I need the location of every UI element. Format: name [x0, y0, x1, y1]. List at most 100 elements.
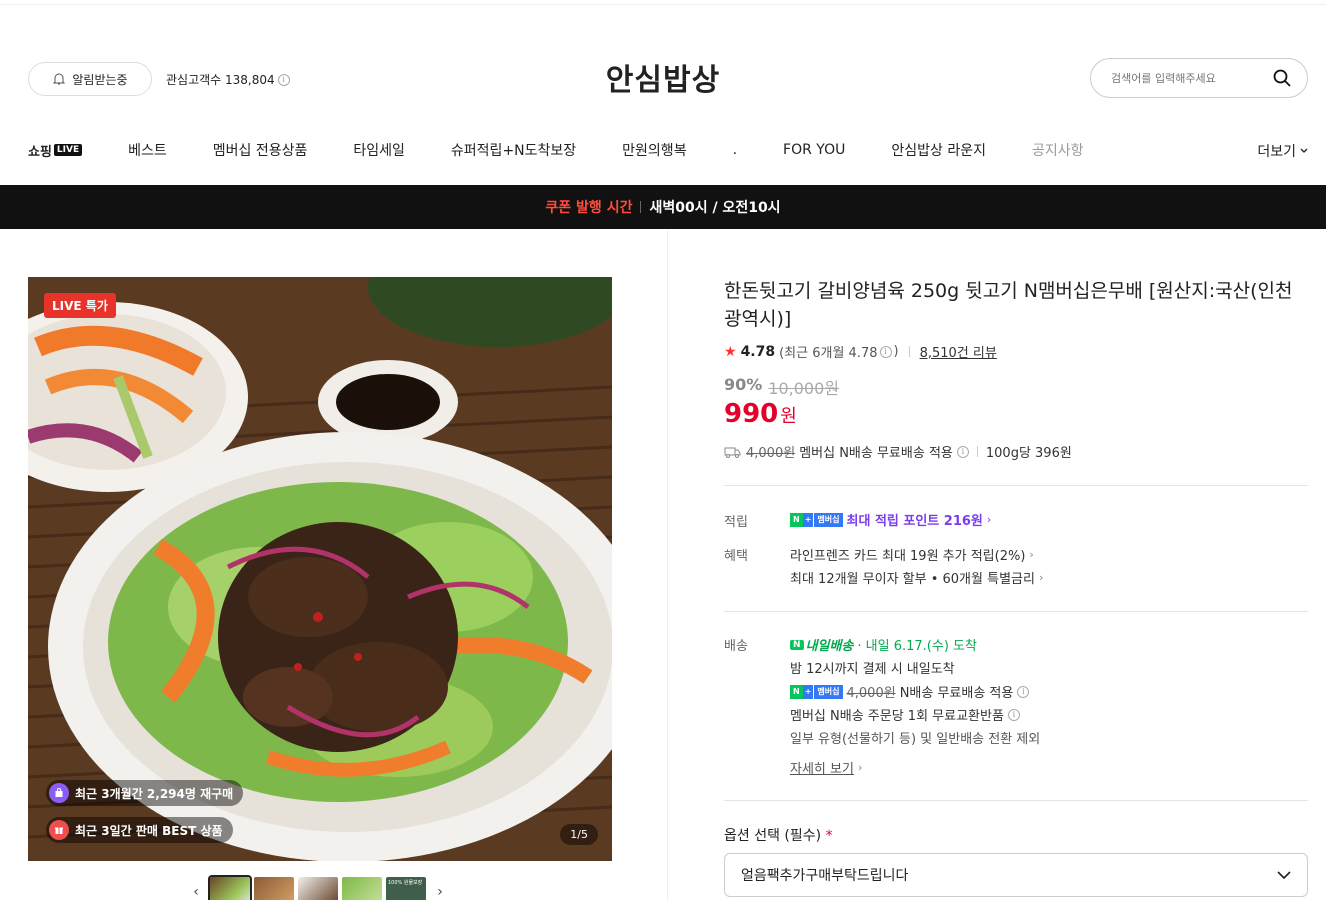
thumbnail-1[interactable] [208, 875, 252, 900]
shipping-row: 4,000원 멤버십 N배송 무료배송 적용 i 100g당 396원 [724, 442, 1072, 461]
best-seller-text: 최근 3일간 판매 BEST 상품 [75, 823, 223, 838]
nav-item-lounge[interactable]: 안심밥상 라운지 [891, 140, 986, 160]
chevron-right-icon: › [986, 513, 992, 526]
nav-item-notice[interactable]: 공지사항 [1032, 140, 1084, 160]
discount-rate: 90% [724, 375, 763, 394]
section-divider [724, 611, 1308, 612]
tomorrow-delivery-badge: N 내일배송 [790, 635, 853, 654]
repurchase-text: 최근 3개월간 2,294명 재구매 [75, 786, 234, 801]
product-image[interactable]: LIVE 특가 최근 3개월간 2,294명 재구매 최근 3일간 판매 BES… [28, 277, 612, 861]
discount-row: 90% 10,000원 [724, 375, 839, 399]
category-nav: 쇼핑 LIVE 베스트 멤버십 전용상품 타임세일 슈퍼적립+N도착보장 만원의… [0, 115, 1326, 185]
shipping-text: 멤버십 N배송 무료배송 적용 [799, 446, 953, 461]
delivery-exchange-text: 멤버십 N배송 주문당 1회 무료교환반품 [790, 709, 1004, 724]
info-icon[interactable]: i [879, 345, 892, 358]
thumbnail-5-text: 100% 원물보장 [388, 880, 423, 886]
thumbnail-2[interactable] [254, 877, 294, 900]
thumbnail-3[interactable] [298, 877, 338, 900]
divider [976, 446, 978, 457]
chevron-right-icon: › [1038, 571, 1044, 584]
coupon-banner-time: 새벽00시 / 오전10시 [649, 200, 781, 216]
shopping-live-logo[interactable]: 쇼핑 LIVE [28, 141, 83, 160]
benefit-installment-row[interactable]: 최대 12개월 무이자 할부 • 60개월 특별금리 › [790, 568, 1043, 587]
benefit-card-row[interactable]: 라인프렌즈 카드 최대 19원 추가 적립(2%) › [790, 545, 1034, 564]
star-icon: ★ [724, 343, 737, 360]
thumbnail-4[interactable] [342, 877, 382, 900]
points-label: 적립 [724, 515, 748, 530]
max-points-text: 최대 적립 포인트 216원 [846, 514, 983, 529]
info-icon[interactable]: i [1017, 685, 1030, 698]
divider [908, 346, 910, 357]
option-label: 옵션 선택 (필수) * [724, 825, 833, 845]
more-label: 더보기 [1257, 144, 1296, 160]
benefits-label: 혜택 [724, 549, 748, 564]
original-price: 10,000원 [768, 379, 840, 398]
coupon-banner-label: 쿠폰 발행 시간 [545, 200, 633, 216]
chevron-left-icon[interactable]: ‹ [186, 884, 206, 900]
benefit-card-text: 라인프렌즈 카드 최대 19원 추가 적립(2%) [790, 549, 1026, 564]
shopping-live-text: 쇼핑 [28, 144, 52, 160]
search-input[interactable] [1111, 71, 1261, 85]
option-label-text: 옵션 선택 (필수) [724, 828, 822, 844]
best-seller-pill: 최근 3일간 판매 BEST 상품 [46, 817, 233, 843]
info-icon[interactable]: i [1007, 708, 1020, 721]
rating-recent: (최근 6개월 4.78 i ) [779, 342, 898, 361]
more-menu-button[interactable]: 더보기 [1257, 141, 1308, 161]
chevron-down-icon [1277, 870, 1291, 879]
search-box[interactable] [1090, 58, 1308, 98]
chevron-right-icon: › [1029, 548, 1034, 561]
points-row[interactable]: N + 멤버십 최대 적립 포인트 216원 › [790, 510, 991, 529]
arrival-date: · 내일 6.17.(수) 도착 [857, 639, 977, 654]
food-photo-illustration [28, 277, 612, 861]
truck-icon [724, 447, 741, 458]
search-icon[interactable] [1273, 69, 1291, 87]
won-unit: 원 [780, 406, 797, 427]
nav-item-dot[interactable]: . [733, 142, 737, 158]
info-icon[interactable]: i [956, 445, 969, 458]
section-divider [724, 485, 1308, 486]
rating-score: 4.78 [740, 343, 776, 360]
delivery-detail-link[interactable]: 자세히 보기 › [790, 758, 862, 777]
rating-recent-text: (최근 6개월 4.78 [779, 346, 878, 361]
store-header: 알림받는중 관심고객수 138,804 i 안심밥상 [0, 5, 1326, 115]
chevron-right-icon[interactable]: › [430, 884, 450, 900]
tomorrow-delivery-row: N 내일배송 · 내일 6.17.(수) 도착 [790, 635, 977, 654]
delivery-exclusion: 일부 유형(선물하기 등) 및 일반배송 전환 제외 [790, 728, 1040, 747]
delivery-cutoff-text: 밤 12시까지 결제 시 내일도착 [790, 662, 955, 677]
nav-item-timesale[interactable]: 타임세일 [353, 140, 405, 160]
column-divider [667, 229, 668, 900]
delivery-original-fee: 4,000원 [846, 686, 896, 701]
thumbnail-strip: ‹ 100% 원물보장 › [186, 875, 450, 900]
rating-row: ★ 4.78 (최근 6개월 4.78 i ) 8,510건 리뷰 [724, 342, 997, 362]
thumbnail-5[interactable]: 100% 원물보장 [386, 877, 426, 900]
nav-item-super-points[interactable]: 슈퍼적립+N도착보장 [451, 140, 576, 160]
live-special-badge: LIVE 특가 [44, 293, 116, 318]
sale-price: 990 [724, 399, 779, 429]
product-title: 한돈뒷고기 갈비양념육 250g 뒷고기 N맴버십은무배 [원산지:국산(인천광… [724, 280, 1293, 330]
sale-price-row: 990 원 [724, 399, 797, 429]
nav-item-for-you[interactable]: FOR YOU [783, 142, 845, 158]
review-count-link[interactable]: 8,510건 리뷰 [920, 342, 997, 361]
delivery-exclusion-text: 일부 유형(선물하기 등) 및 일반배송 전환 제외 [790, 732, 1041, 747]
shipping-original: 4,000원 [746, 446, 796, 461]
naver-membership-badge: N + 멤버십 [790, 684, 843, 699]
shopping-bag-icon [49, 783, 69, 803]
benefit-installment-text: 최대 12개월 무이자 할부 • 60개월 특별금리 [790, 572, 1035, 587]
chevron-down-icon [1300, 148, 1308, 153]
image-counter: 1/5 [560, 824, 598, 845]
nav-item-best[interactable]: 베스트 [128, 140, 167, 160]
detail-link-text: 자세히 보기 [790, 762, 854, 777]
nav-item-membership[interactable]: 멤버십 전용상품 [213, 140, 308, 160]
delivery-free-text: N배송 무료배송 적용 [899, 686, 1014, 701]
coupon-banner: 쿠폰 발행 시간 새벽00시 / 오전10시 [0, 185, 1326, 229]
banner-divider [640, 201, 642, 213]
section-divider [724, 800, 1308, 801]
nav-item-happiness[interactable]: 만원의행복 [622, 140, 686, 160]
repurchase-pill: 최근 3개월간 2,294명 재구매 [46, 780, 244, 806]
rating-recent-close: ) [893, 344, 899, 359]
product-section: LIVE 특가 최근 3개월간 2,294명 재구매 최근 3일간 판매 BES… [0, 229, 1326, 900]
delivery-cutoff: 밤 12시까지 결제 시 내일도착 [790, 658, 955, 677]
naver-membership-badge: N + 멤버십 [790, 512, 843, 527]
option-select[interactable]: 얼음팩추가구매부탁드립니다 [724, 853, 1308, 897]
option-selected-value: 얼음팩추가구매부탁드립니다 [741, 868, 909, 884]
